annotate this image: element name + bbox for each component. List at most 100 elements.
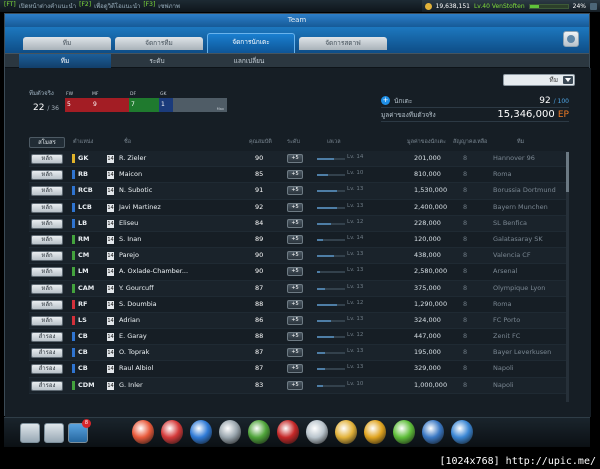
role-button[interactable]: หลัก [31, 234, 63, 245]
upgrade-badge[interactable]: +5 [287, 251, 303, 261]
table-row[interactable]: สำรอง CB 14 Raul Albiol 87 +5 Lv. 13 329,000 8 Na… [29, 361, 569, 378]
table-row[interactable]: หลัก RCB 14 N. Subotic 91 +5 Lv. 13 1,530,000 8 B… [29, 183, 569, 200]
coin-icon[interactable] [364, 420, 386, 444]
player-value: 228,000 [414, 218, 441, 227]
live-icon[interactable] [277, 420, 299, 444]
table-row[interactable]: หลัก RF 14 S. Doumbia 88 +5 Lv. 12 1,290,000 8 Ro… [29, 296, 569, 313]
tab-manage-players[interactable]: จัดการนักเตะ [207, 33, 295, 53]
sub-tab-bar: ทีม ระดับ แลกเปลี่ยน [5, 53, 589, 68]
column-position[interactable]: ตำแหน่ง [73, 138, 93, 146]
sort-button[interactable]: สโมสร [29, 136, 65, 148]
role-button[interactable]: สำรอง [31, 332, 63, 343]
level-progress-bar [317, 303, 345, 306]
add-player-icon[interactable]: + [381, 96, 390, 105]
home-button[interactable] [563, 31, 579, 47]
player-value: 120,000 [414, 234, 441, 243]
player-status: 19,638,151 Lv.40 VenStoften 24% [421, 0, 600, 12]
level-progress-fill [317, 238, 323, 241]
contract-remaining: 8 [463, 154, 468, 162]
tab-team[interactable]: ทีม [23, 37, 111, 50]
player-name: S. Doumbia [119, 299, 157, 308]
tab-manage-staff[interactable]: จัดการสตาฟ [299, 37, 387, 50]
upgrade-badge[interactable]: +5 [287, 202, 303, 212]
player-level: Lv. 13 [347, 348, 364, 355]
upgrade-badge[interactable]: +5 [287, 283, 303, 293]
upgrade-badge[interactable]: +5 [287, 267, 303, 277]
boots-icon[interactable] [190, 420, 212, 444]
level-progress-bar [317, 319, 345, 322]
table-row[interactable]: หลัก GK 14 R. Zieler 90 +5 Lv. 14 201,000 8 Hanno… [29, 151, 569, 168]
table-row[interactable]: หลัก LCB 14 Javi Martinez 92 +5 Lv. 13 2,400,00… [29, 199, 569, 216]
table-row[interactable]: หลัก LM 14 A. Oxlade-Chamber... 90 +5 Lv. 13 2,… [29, 264, 569, 281]
role-button[interactable]: หลัก [31, 267, 63, 278]
jersey-icon[interactable] [335, 420, 357, 444]
table-scrollbar[interactable] [566, 152, 569, 402]
league-icon[interactable] [248, 420, 270, 444]
column-name[interactable]: ชื่อ [124, 138, 131, 146]
upgrade-badge[interactable]: +5 [287, 234, 303, 244]
table-row[interactable]: หลัก RM 14 S. Inan 89 +5 Lv. 14 120,000 8 Galatas… [29, 231, 569, 249]
subtab-team[interactable]: ทีม [19, 54, 111, 68]
role-button[interactable]: หลัก [31, 251, 63, 262]
squad-button[interactable] [44, 423, 64, 443]
ball-icon[interactable] [161, 420, 183, 444]
column-club[interactable]: ทีม [517, 138, 524, 146]
scrollbar-thumb[interactable] [566, 152, 569, 192]
column-contract[interactable]: สัญญาคงเหลือ [453, 138, 487, 146]
upgrade-badge[interactable]: +5 [287, 315, 303, 325]
profile-button[interactable] [20, 423, 40, 443]
role-button[interactable]: หลัก [31, 315, 63, 326]
player-level: Lv. 13 [347, 283, 364, 290]
compass-icon[interactable] [422, 420, 444, 444]
cart-icon[interactable] [451, 420, 473, 444]
filter-dropdown[interactable]: ทีม [503, 74, 575, 86]
role-button[interactable]: หลัก [31, 218, 63, 229]
upgrade-badge[interactable]: +5 [287, 218, 303, 228]
upgrade-badge[interactable]: +5 [287, 299, 303, 309]
role-button[interactable]: หลัก [31, 283, 63, 294]
table-row[interactable]: สำรอง CDM 14 G. Inler 83 +5 Lv. 10 1,000,000 8 Na… [29, 377, 569, 394]
upgrade-badge[interactable]: +5 [287, 186, 303, 196]
table-row[interactable]: หลัก CAM 14 Y. Gourcuff 87 +5 Lv. 13 375,000 8 Ol… [29, 280, 569, 297]
menu-icon[interactable] [590, 2, 597, 10]
upgrade-badge[interactable]: +5 [287, 380, 303, 390]
player-club: Roma [493, 170, 512, 179]
trophy-icon[interactable] [219, 420, 241, 444]
column-overall[interactable]: คุณสมบัติ [249, 138, 272, 146]
table-row[interactable]: หลัก RB 14 Maicon 85 +5 Lv. 10 810,000 8 Roma [29, 167, 569, 184]
taskbar-left: 8 [20, 419, 91, 443]
column-grade[interactable]: ระดับ [287, 138, 300, 146]
role-button[interactable]: หลัก [31, 299, 63, 310]
subtab-exchange[interactable]: แลกเปลี่ยน [203, 54, 295, 68]
news-icon[interactable] [306, 420, 328, 444]
contract-remaining: 8 [463, 283, 468, 292]
role-button[interactable]: สำรอง [31, 348, 63, 359]
role-button[interactable]: หลัก [31, 186, 63, 197]
role-button[interactable]: สำรอง [31, 364, 63, 375]
table-row[interactable]: สำรอง CB 14 O. Toprak 87 +5 Lv. 13 195,000 8 Baye… [29, 345, 569, 362]
upgrade-badge[interactable]: +5 [287, 154, 303, 163]
subtab-level[interactable]: ระดับ [111, 54, 203, 68]
table-row[interactable]: หลัก LS 14 Adrian 86 +5 Lv. 13 324,000 8 FC Porto [29, 312, 569, 330]
club-icon[interactable] [393, 420, 415, 444]
nation-flag-icon: 14 [107, 365, 114, 374]
mail-button[interactable]: 8 [68, 419, 91, 443]
upgrade-badge[interactable]: +5 [287, 170, 303, 180]
table-row[interactable]: สำรอง CB 14 E. Garay 88 +5 Lv. 12 447,000 8 Zenit… [29, 329, 569, 346]
position-color-chip [72, 267, 75, 277]
column-value[interactable]: มูลค่าของนักเตะ [407, 138, 446, 146]
column-level[interactable]: เลเวล [327, 138, 341, 146]
position-color-chip [72, 315, 75, 325]
table-row[interactable]: หลัก LB 14 Eliseu 84 +5 Lv. 12 228,000 8 SL Benfi… [29, 215, 569, 232]
role-button[interactable]: หลัก [31, 202, 63, 213]
upgrade-badge[interactable]: +5 [287, 332, 303, 342]
lineup-summary: ทีมตัวจริง 22 / 36 FW 5 MF 9 DF 7 GK 1 M… [29, 88, 235, 132]
tab-manage-team[interactable]: จัดการทีม [115, 37, 203, 50]
upgrade-badge[interactable]: +5 [287, 348, 303, 358]
role-button[interactable]: สำรอง [31, 380, 63, 391]
whistle-icon[interactable] [132, 420, 154, 444]
upgrade-badge[interactable]: +5 [287, 364, 303, 374]
role-button[interactable]: หลัก [31, 170, 63, 181]
role-button[interactable]: หลัก [31, 154, 63, 164]
table-row[interactable]: หลัก CM 14 Parejo 90 +5 Lv. 13 438,000 8 Valencia… [29, 248, 569, 265]
